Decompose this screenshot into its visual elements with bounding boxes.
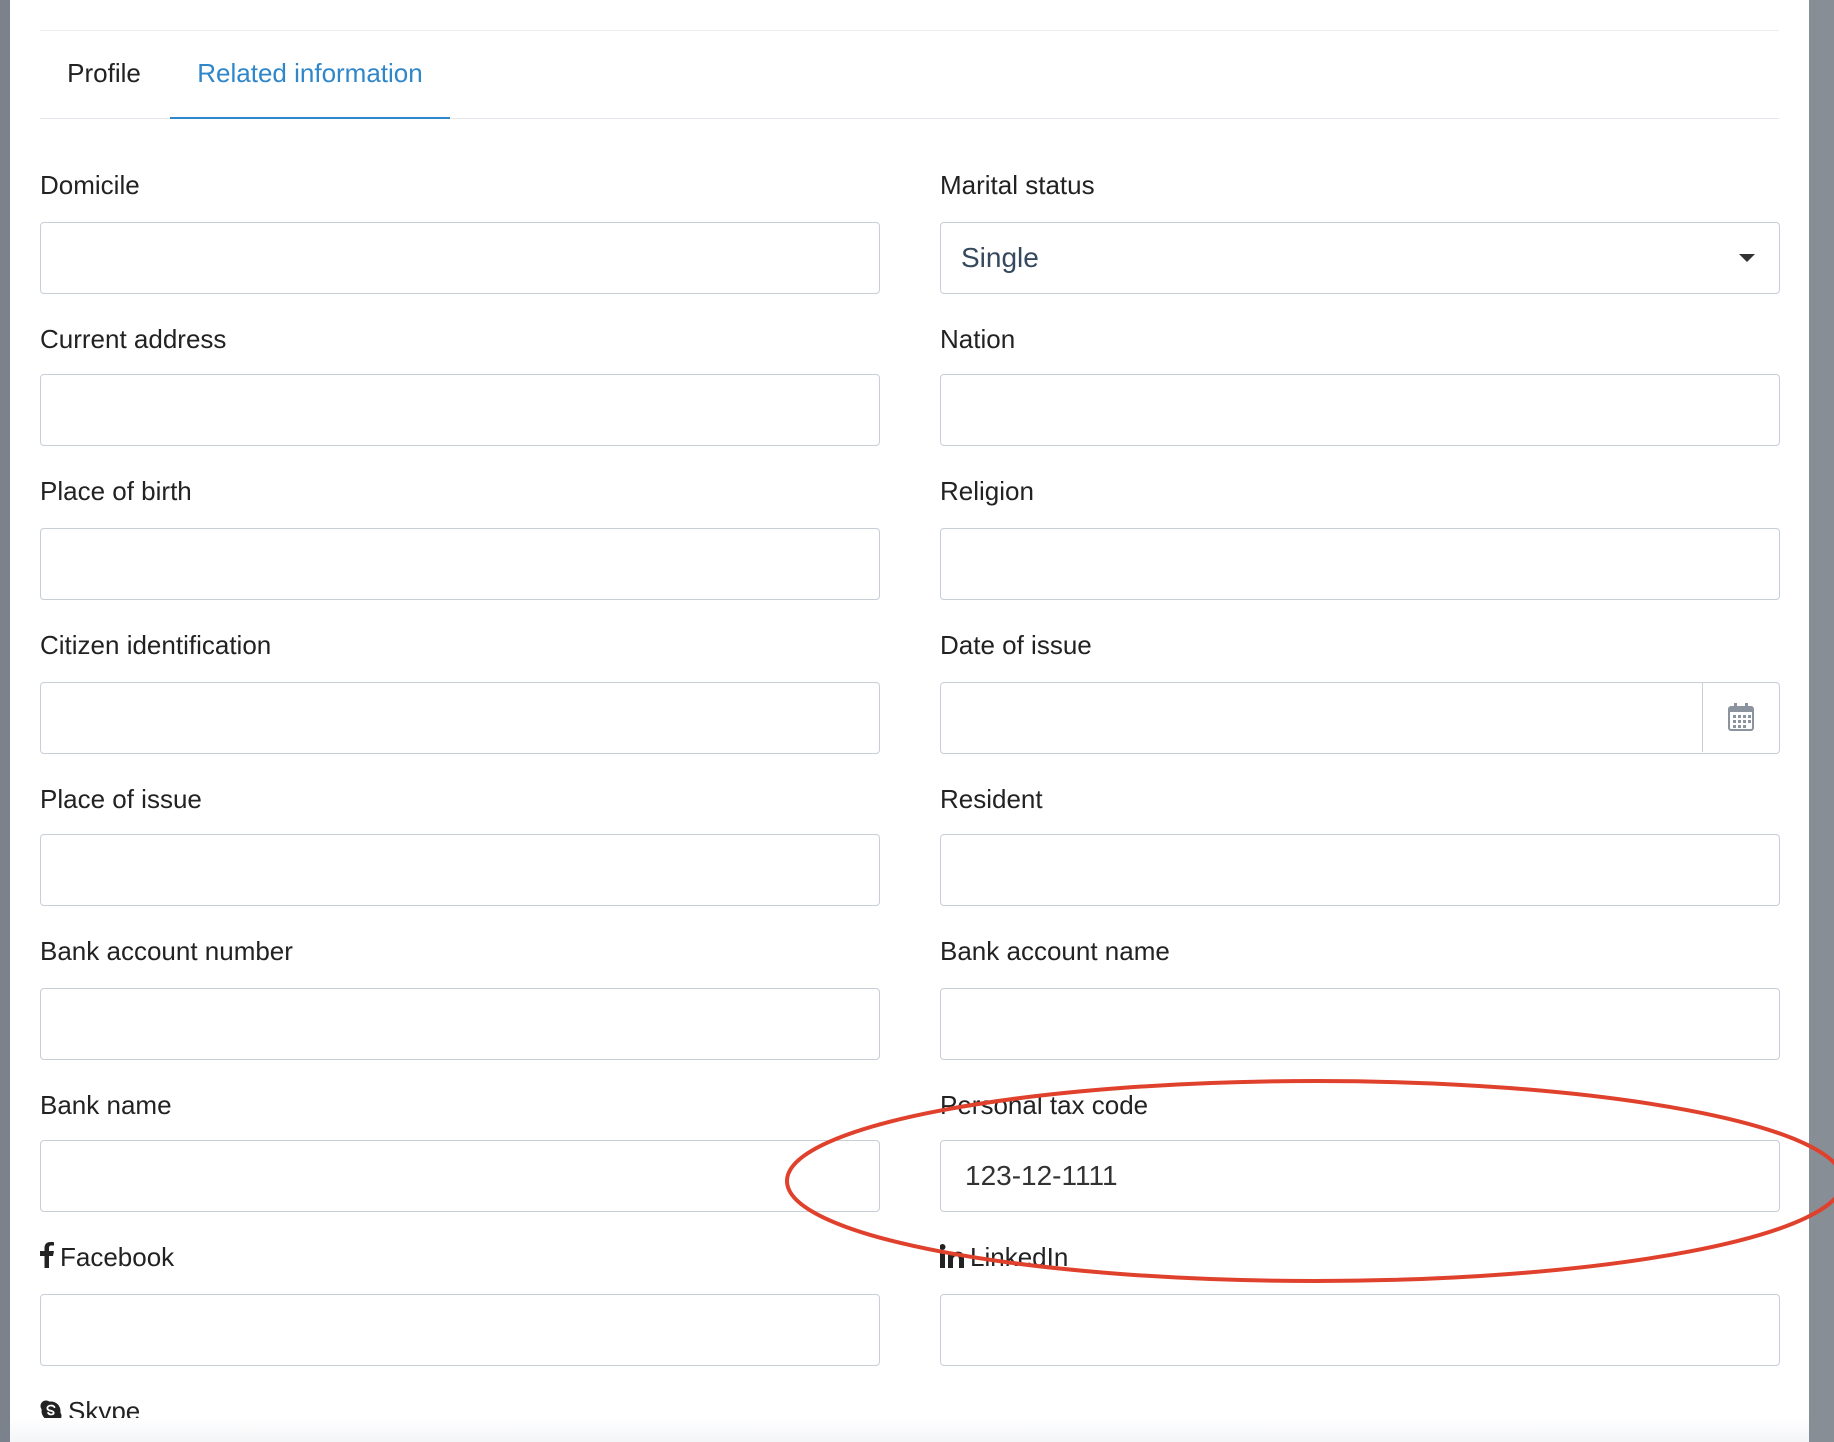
tab-bar: Profile Related information [40,30,1779,119]
citizen-identification-label: Citizen identification [40,630,272,660]
bank-account-number-input[interactable] [40,988,880,1060]
domicile-label: Domicile [40,170,140,200]
facebook-label-text: Facebook [60,1242,175,1272]
religion-label: Religion [940,476,1034,506]
date-picker-button[interactable] [1702,683,1779,752]
linkedin-input[interactable] [940,1294,1780,1366]
domicile-input[interactable] [40,222,880,294]
facebook-icon [40,1242,54,1268]
religion-input[interactable] [940,528,1780,600]
date-of-issue-group [940,682,1780,754]
place-of-issue-input[interactable] [40,834,880,906]
bank-name-input[interactable] [40,1140,880,1212]
citizen-identification-input[interactable] [40,682,880,754]
personal-tax-code-input[interactable] [940,1140,1780,1212]
personal-tax-code-label: Personal tax code [940,1090,1149,1120]
date-of-issue-label: Date of issue [940,630,1092,660]
nation-input[interactable] [940,374,1780,446]
facebook-input[interactable] [40,1294,880,1366]
linkedin-label: LinkedIn [940,1242,1068,1273]
bank-account-name-input[interactable] [940,988,1780,1060]
place-of-birth-label: Place of birth [40,476,192,506]
place-of-issue-label: Place of issue [40,784,202,814]
employee-modal: Profile Related information Domicile Mar… [10,0,1809,1442]
nation-label: Nation [940,324,1016,354]
chevron-down-icon [1739,254,1755,262]
tab-related-information[interactable]: Related information [170,30,450,119]
marital-status-select[interactable]: Single [940,222,1780,294]
backdrop-right [1809,0,1834,1442]
linkedin-icon [940,1244,964,1268]
linkedin-label-text: LinkedIn [970,1242,1069,1272]
resident-label: Resident [940,784,1043,814]
resident-input[interactable] [940,834,1780,906]
backdrop-left [0,0,10,1442]
bank-account-name-label: Bank account name [940,936,1170,966]
current-address-input[interactable] [40,374,880,446]
calendar-icon [1728,703,1754,731]
current-address-label: Current address [40,324,227,354]
marital-status-value: Single [961,242,1039,273]
facebook-label: Facebook [40,1242,174,1273]
date-of-issue-input[interactable] [941,683,1703,753]
place-of-birth-input[interactable] [40,528,880,600]
marital-status-label: Marital status [940,170,1095,200]
bottom-shadow [10,1418,1809,1442]
tab-profile[interactable]: Profile [40,30,168,118]
bank-name-label: Bank name [40,1090,172,1120]
bank-account-number-label: Bank account number [40,936,293,966]
